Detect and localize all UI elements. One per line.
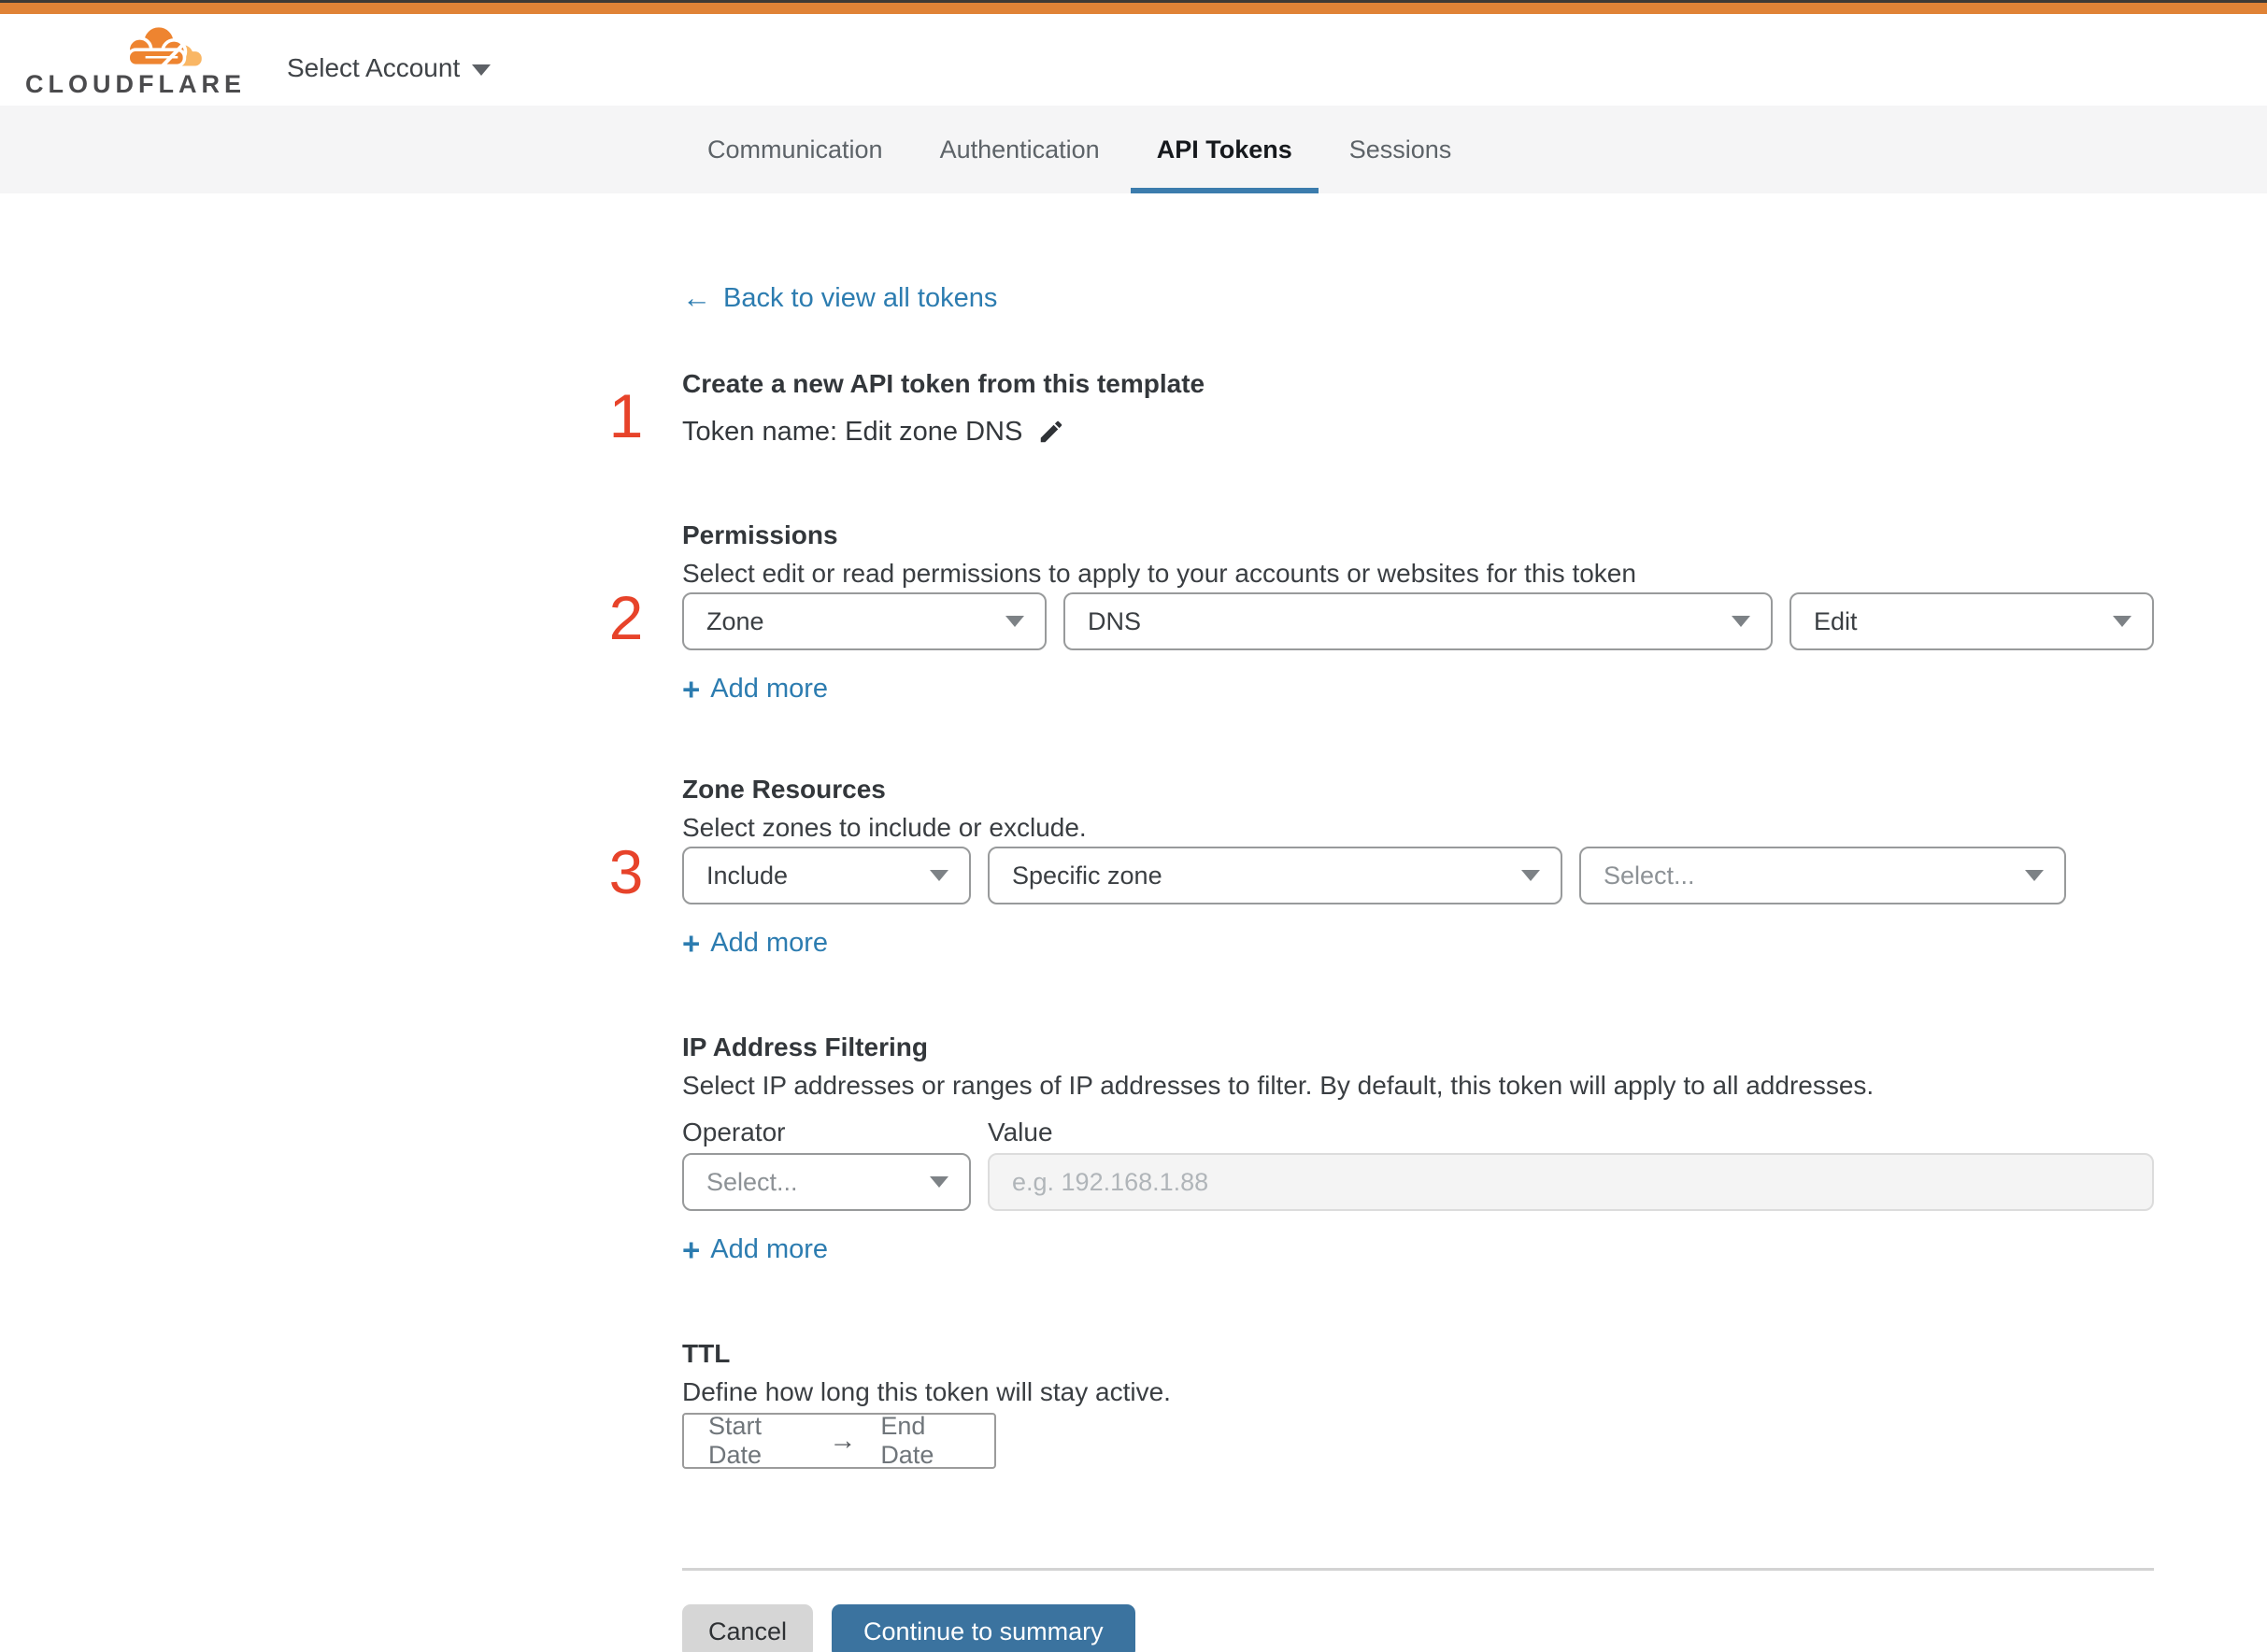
- chevron-down-icon: [1005, 616, 1024, 627]
- ip-filtering-description: Select IP addresses or ranges of IP addr…: [682, 1071, 1875, 1100]
- permissions-section: 2 Permissions Select edit or read permis…: [609, 520, 2154, 705]
- plus-icon: +: [682, 925, 701, 961]
- chevron-down-icon: [1521, 870, 1540, 881]
- step-number-2: 2: [608, 583, 644, 652]
- chevron-down-icon: [930, 870, 948, 881]
- form-footer: Cancel Continue to summary: [682, 1568, 2154, 1652]
- chevron-down-icon: [1732, 616, 1750, 627]
- arrow-right-icon: →: [829, 1425, 857, 1456]
- ttl-description: Define how long this token will stay act…: [682, 1377, 1171, 1406]
- ttl-date-range-picker[interactable]: Start Date → End Date: [682, 1412, 996, 1470]
- ttl-section: TTL Define how long this token will stay…: [682, 1338, 2154, 1469]
- end-date-field[interactable]: End Date: [880, 1412, 970, 1470]
- permission-scope-select[interactable]: Zone: [682, 592, 1047, 650]
- ip-field-labels: Operator Value: [682, 1118, 2154, 1147]
- permissions-select-row: Zone DNS Edit: [682, 592, 2154, 650]
- zone-picker-select[interactable]: Select...: [1579, 847, 2066, 904]
- zone-resources-heading: Zone Resources: [682, 775, 886, 804]
- tab-sessions[interactable]: Sessions: [1347, 106, 1454, 193]
- back-arrow-icon: ←: [682, 281, 711, 314]
- back-link[interactable]: ← Back to view all tokens: [682, 282, 997, 314]
- start-date-field[interactable]: Start Date: [708, 1412, 805, 1470]
- ip-operator-select[interactable]: Select...: [682, 1153, 971, 1211]
- back-link-label: Back to view all tokens: [723, 283, 998, 313]
- cancel-button[interactable]: Cancel: [682, 1604, 814, 1652]
- cloudflare-api-token-page: CLOUDFLARE Select Account Communication …: [0, 0, 2267, 1652]
- tab-authentication[interactable]: Authentication: [938, 106, 1102, 193]
- add-more-label: Add more: [710, 1234, 829, 1264]
- ip-value-input[interactable]: [988, 1153, 2154, 1211]
- permissions-description: Select edit or read permissions to apply…: [682, 559, 1636, 588]
- cloudflare-wordmark: CLOUDFLARE: [25, 70, 246, 98]
- footer-divider: [682, 1568, 2154, 1571]
- zone-resources-add-more-link[interactable]: + Add more: [682, 927, 828, 959]
- cloudflare-logo[interactable]: CLOUDFLARE: [25, 21, 246, 99]
- zone-include-exclude-select[interactable]: Include: [682, 847, 971, 904]
- chevron-down-icon: [2113, 616, 2132, 627]
- continue-to-summary-button[interactable]: Continue to summary: [832, 1604, 1135, 1652]
- select-placeholder: Select...: [706, 1167, 798, 1196]
- token-name-row: Token name: Edit zone DNS: [682, 413, 2154, 450]
- token-name-text: Token name: Edit zone DNS: [682, 417, 1023, 447]
- operator-label: Operator: [682, 1118, 786, 1146]
- select-value: DNS: [1088, 606, 1142, 635]
- edit-pencil-icon[interactable]: [1037, 418, 1065, 446]
- plus-icon: +: [682, 671, 701, 706]
- select-value: Edit: [1814, 606, 1858, 635]
- plus-icon: +: [682, 1232, 701, 1267]
- zone-resources-description: Select zones to include or exclude.: [682, 813, 1087, 842]
- permissions-add-more-link[interactable]: + Add more: [682, 673, 828, 705]
- step-number-1: 1: [608, 381, 644, 450]
- zone-resources-section: 3 Zone Resources Select zones to include…: [609, 774, 2154, 959]
- chevron-down-icon: [2025, 870, 2044, 881]
- ip-filtering-add-more-link[interactable]: + Add more: [682, 1233, 828, 1265]
- account-selector-dropdown[interactable]: Select Account: [287, 53, 492, 83]
- zone-type-select[interactable]: Specific zone: [988, 847, 1562, 904]
- chevron-down-icon: [472, 64, 492, 76]
- permission-level-select[interactable]: Edit: [1789, 592, 2154, 650]
- profile-tabbar: Communication Authentication API Tokens …: [0, 106, 2267, 193]
- top-orange-accent-bar: [0, 3, 2267, 14]
- page-title: Create a new API token from this templat…: [682, 369, 1205, 398]
- chevron-down-icon: [930, 1176, 948, 1188]
- step-number-3: 3: [608, 837, 644, 906]
- select-value: Include: [706, 861, 789, 890]
- cloudflare-cloud-icon: [126, 23, 202, 68]
- token-template-section: 1 Create a new API token from this templ…: [609, 368, 2154, 450]
- ip-filtering-heading: IP Address Filtering: [682, 1032, 928, 1061]
- select-value: Zone: [706, 606, 764, 635]
- permissions-heading: Permissions: [682, 520, 838, 549]
- ip-filtering-row: Select...: [682, 1153, 2154, 1211]
- tab-api-tokens[interactable]: API Tokens: [1130, 106, 1319, 193]
- zone-resources-select-row: Include Specific zone Select...: [682, 847, 2154, 904]
- app-header: CLOUDFLARE Select Account: [0, 14, 2267, 106]
- footer-buttons: Cancel Continue to summary: [682, 1604, 2154, 1652]
- select-value: Specific zone: [1012, 861, 1162, 890]
- add-more-label: Add more: [710, 674, 829, 704]
- value-label: Value: [988, 1118, 1053, 1146]
- add-more-label: Add more: [710, 928, 829, 958]
- main-content: ← Back to view all tokens 1 Create a new…: [609, 193, 2154, 1652]
- permission-group-select[interactable]: DNS: [1063, 592, 1773, 650]
- tab-communication[interactable]: Communication: [706, 106, 885, 193]
- account-selector-label: Select Account: [287, 53, 461, 82]
- ip-filtering-section: IP Address Filtering Select IP addresses…: [682, 1032, 2154, 1265]
- ttl-heading: TTL: [682, 1339, 731, 1368]
- select-placeholder: Select...: [1604, 861, 1695, 890]
